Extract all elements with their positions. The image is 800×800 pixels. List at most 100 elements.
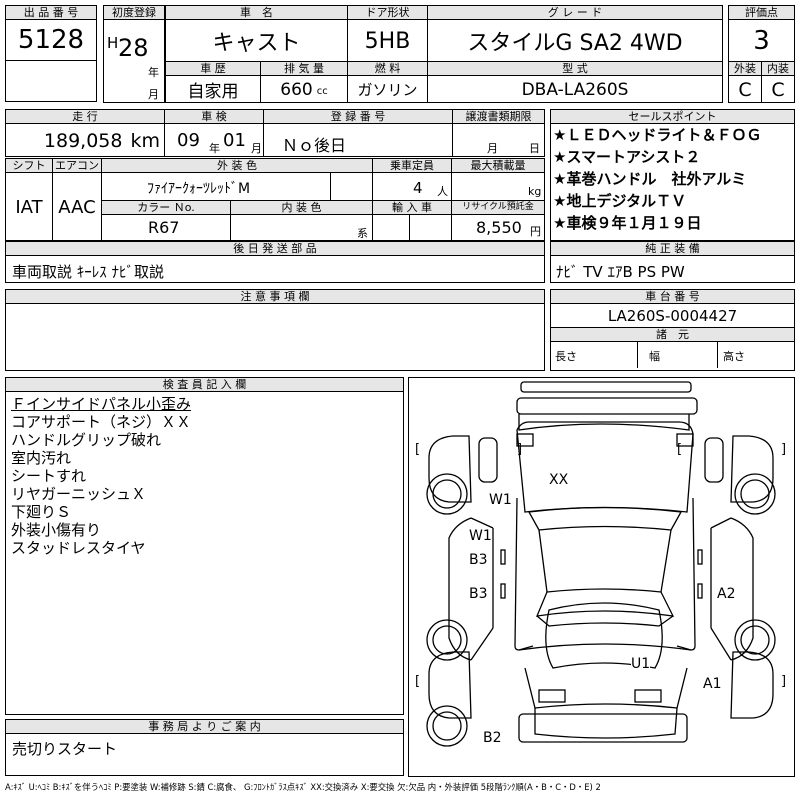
inspector-note-line: Ｆインサイドパネル小歪み — [11, 395, 192, 413]
color-no-box: カラー Ｎo. R67 — [101, 200, 231, 241]
era: H — [107, 34, 119, 52]
color-no-label: カラー Ｎo. — [102, 201, 230, 215]
ac: AAC — [58, 196, 96, 218]
transfer-box: 譲渡書類期限 月 日 — [452, 109, 545, 157]
notes-box: 注 意 事 項 欄 — [5, 289, 545, 371]
office-note: 売切りスタート — [12, 740, 118, 758]
inspector-note-line: 室内汚れ — [11, 449, 72, 467]
disp-label: 排 気 量 — [261, 62, 347, 76]
mileage: 189,058 — [43, 129, 123, 152]
sales-point-item: ★車検９年１月１９日 — [553, 214, 702, 232]
reg-year: 28 — [118, 34, 149, 62]
name-box: 車 名 キャスト — [165, 5, 348, 62]
reg-label: 初度登録 — [104, 6, 164, 20]
load-box: 最大積載量 kg — [451, 158, 545, 201]
capacity-box: 乗車定員 4 人 — [372, 158, 452, 201]
damage-mark: U1 — [631, 656, 651, 672]
recycle-box: リサイクル預託金 8,550 円 — [451, 200, 545, 241]
damage-mark: A1 — [703, 676, 722, 692]
color-box: 外 装 色 ﾌｧｲｱｰｸｫｰﾂﾚｯﾄﾞM — [101, 158, 373, 201]
diagram-bracket: ] — [781, 442, 787, 457]
inspect-box: 車 検 09 年 01 月 — [164, 109, 264, 157]
mileage-label: 走 行 — [6, 110, 164, 124]
chassis-number: LA260S-0004427 — [551, 304, 794, 328]
damage-mark: XX — [549, 472, 569, 488]
ext-label: 外装 — [729, 62, 761, 76]
sales-point-item: ★ＬＥＤヘッドライト＆ＦＯＧ — [553, 126, 762, 144]
lot-extra — [5, 60, 97, 102]
door-box: ドア形状 5HB — [347, 5, 428, 62]
interior-unit: 系 — [357, 227, 368, 240]
equipment: ﾅﾋﾞ TV ｴｱB PS PW — [556, 263, 685, 281]
office-box: 事 務 局 よ り ご 案 内 売切りスタート — [5, 719, 404, 776]
sales-points-label: セールスポイント — [551, 110, 794, 124]
sales-points-box: セールスポイント ★ＬＥＤヘッドライト＆ＦＯＧ ★スマートアシスト２ ★革巻ハンドル… — [550, 109, 795, 241]
color-label: 外 装 色 — [102, 159, 372, 173]
inspector-label: 検 査 員 記 入 欄 — [6, 378, 403, 392]
load-label: 最大積載量 — [452, 159, 544, 173]
history-box: 車 歴 自家用 — [165, 61, 261, 103]
equipment-label: 純 正 装 備 — [551, 242, 794, 256]
dims-length: 長さ — [555, 350, 577, 363]
grade-box: グ レ ー ド スタイルG SA2 4WD — [427, 5, 723, 62]
disp-unit: cc — [316, 86, 328, 97]
damage-mark: B3 — [469, 552, 488, 568]
shift: IAT — [15, 196, 43, 218]
inspect-month-unit: 月 — [251, 142, 262, 155]
dims-width: 幅 — [649, 350, 660, 363]
ext-rating: C — [738, 78, 752, 101]
recycle-label: リサイクル預託金 — [452, 201, 544, 215]
name-label: 車 名 — [166, 6, 347, 20]
inspect-year-unit: 年 — [209, 142, 220, 155]
damage-mark: B2 — [483, 730, 502, 746]
int-label: 内装 — [762, 62, 794, 76]
diagram-bracket: [ — [415, 442, 421, 457]
load-unit: kg — [528, 185, 542, 198]
inspector-box: 検 査 員 記 入 欄 Ｆインサイドパネル小歪み コアサポート（ネジ）ＸＸ ハンドル… — [5, 377, 404, 715]
ac-label: エアコン — [53, 159, 101, 173]
inspector-note-line: リヤガーニッシュＸ — [11, 485, 147, 503]
disp-box: 排 気 量 660 cc — [260, 61, 348, 103]
displacement: 660 — [280, 79, 313, 100]
inspect-label: 車 検 — [165, 110, 263, 124]
mileage-unit: km — [130, 129, 160, 152]
sales-point-item: ★地上デジタルＴＶ — [553, 192, 687, 210]
capacity: 4 — [413, 179, 423, 197]
ac-box: エアコン AAC — [52, 158, 102, 241]
shift-label: シフト — [6, 159, 52, 173]
int-box: 内装 C — [761, 61, 795, 103]
reg-box: 初度登録 H 28 年 月 — [103, 5, 165, 103]
interior-label: 内 装 色 — [231, 201, 372, 215]
chassis-label: 車 台 番 号 — [551, 290, 794, 304]
inspector-notes: Ｆインサイドパネル小歪み コアサポート（ネジ）ＸＸ ハンドルグリップ破れ 室内汚れ シー… — [6, 392, 403, 557]
damage-mark: W1 — [469, 528, 492, 544]
sales-points-list: ★ＬＥＤヘッドライト＆ＦＯＧ ★スマートアシスト２ ★革巻ハンドル 社外アルミ ★地上… — [551, 124, 794, 234]
history: 自家用 — [187, 82, 239, 102]
year-unit: 年 — [148, 66, 159, 79]
ext-box: 外装 C — [728, 61, 762, 103]
diagram-bracket: ] — [781, 674, 787, 689]
model-label: 型 式 — [428, 62, 722, 76]
damage-mark: A2 — [717, 586, 736, 602]
diagram-bracket: ] — [517, 442, 523, 457]
car-diagram: [ ] [ ] [ ] XX W1 W1 B3 B3 A2 U1 A1 B2 — [408, 377, 795, 777]
transfer-label: 譲渡書類期限 — [453, 110, 544, 124]
color: ﾌｧｲｱｰｸｫｰﾂﾚｯﾄﾞM — [147, 181, 251, 197]
history-label: 車 歴 — [166, 62, 260, 76]
notes-label: 注 意 事 項 欄 — [6, 290, 544, 304]
score-label: 評価点 — [729, 6, 794, 20]
equipment-box: 純 正 装 備 ﾅﾋﾞ TV ｴｱB PS PW — [550, 241, 795, 283]
lot-box: 出 品 番 号 5128 — [5, 5, 97, 61]
interior-box: 内 装 色 系 — [230, 200, 373, 241]
inspector-note-line: 下廻りＳ — [11, 503, 72, 521]
dims-label: 諸 元 — [551, 328, 794, 342]
capacity-label: 乗車定員 — [373, 159, 451, 173]
inspector-note-line: シートすれ — [11, 467, 87, 485]
recycle: 8,550 — [476, 218, 522, 237]
int-rating: C — [771, 78, 785, 101]
inspector-note-line: 外装小傷有り — [11, 521, 102, 539]
month-unit: 月 — [148, 88, 159, 101]
model-box: 型 式 DBA-LA260S — [427, 61, 723, 103]
mileage-box: 走 行 189,058 km — [5, 109, 165, 157]
lot-number: 5128 — [17, 25, 85, 55]
